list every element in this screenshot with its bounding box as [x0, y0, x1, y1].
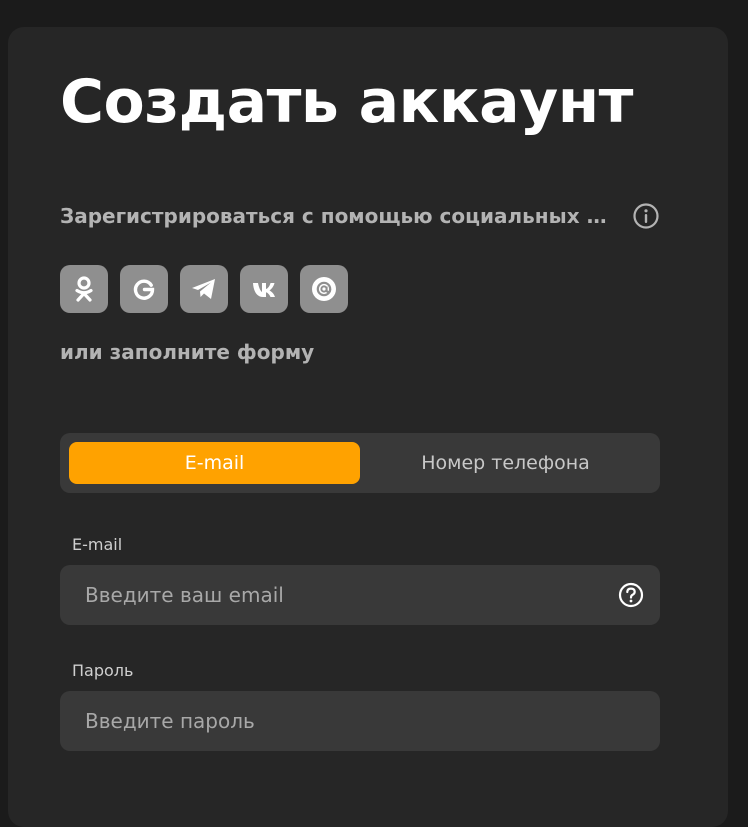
tab-phone-number[interactable]: Номер телефона — [360, 442, 651, 484]
social-signup-row: Зарегистрироваться с помощью социальных … — [60, 198, 660, 234]
vk-button[interactable] — [240, 265, 288, 313]
email-field-container — [60, 565, 660, 625]
odnoklassniki-button[interactable] — [60, 265, 108, 313]
email-label: E-mail — [72, 535, 123, 554]
social-signup-label: Зарегистрироваться с помощью социальных … — [60, 204, 612, 228]
social-buttons — [60, 265, 348, 313]
info-icon[interactable] — [632, 202, 660, 230]
help-icon[interactable] — [618, 582, 644, 608]
vk-icon — [250, 279, 278, 299]
tab-email[interactable]: E-mail — [69, 442, 360, 484]
telegram-icon — [190, 276, 218, 302]
email-input[interactable] — [60, 565, 660, 625]
mail-ru-button[interactable] — [300, 265, 348, 313]
google-icon — [132, 277, 156, 301]
odnoklassniki-icon — [72, 275, 96, 303]
page-title: Создать аккаунт — [60, 67, 633, 137]
google-button[interactable] — [120, 265, 168, 313]
signup-method-tabs: E-mail Номер телефона — [60, 433, 660, 493]
or-fill-form-label: или заполните форму — [60, 340, 315, 364]
password-input[interactable] — [60, 691, 660, 751]
password-label: Пароль — [72, 661, 134, 680]
mail-ru-icon — [310, 275, 338, 303]
telegram-button[interactable] — [180, 265, 228, 313]
password-field-container — [60, 691, 660, 751]
